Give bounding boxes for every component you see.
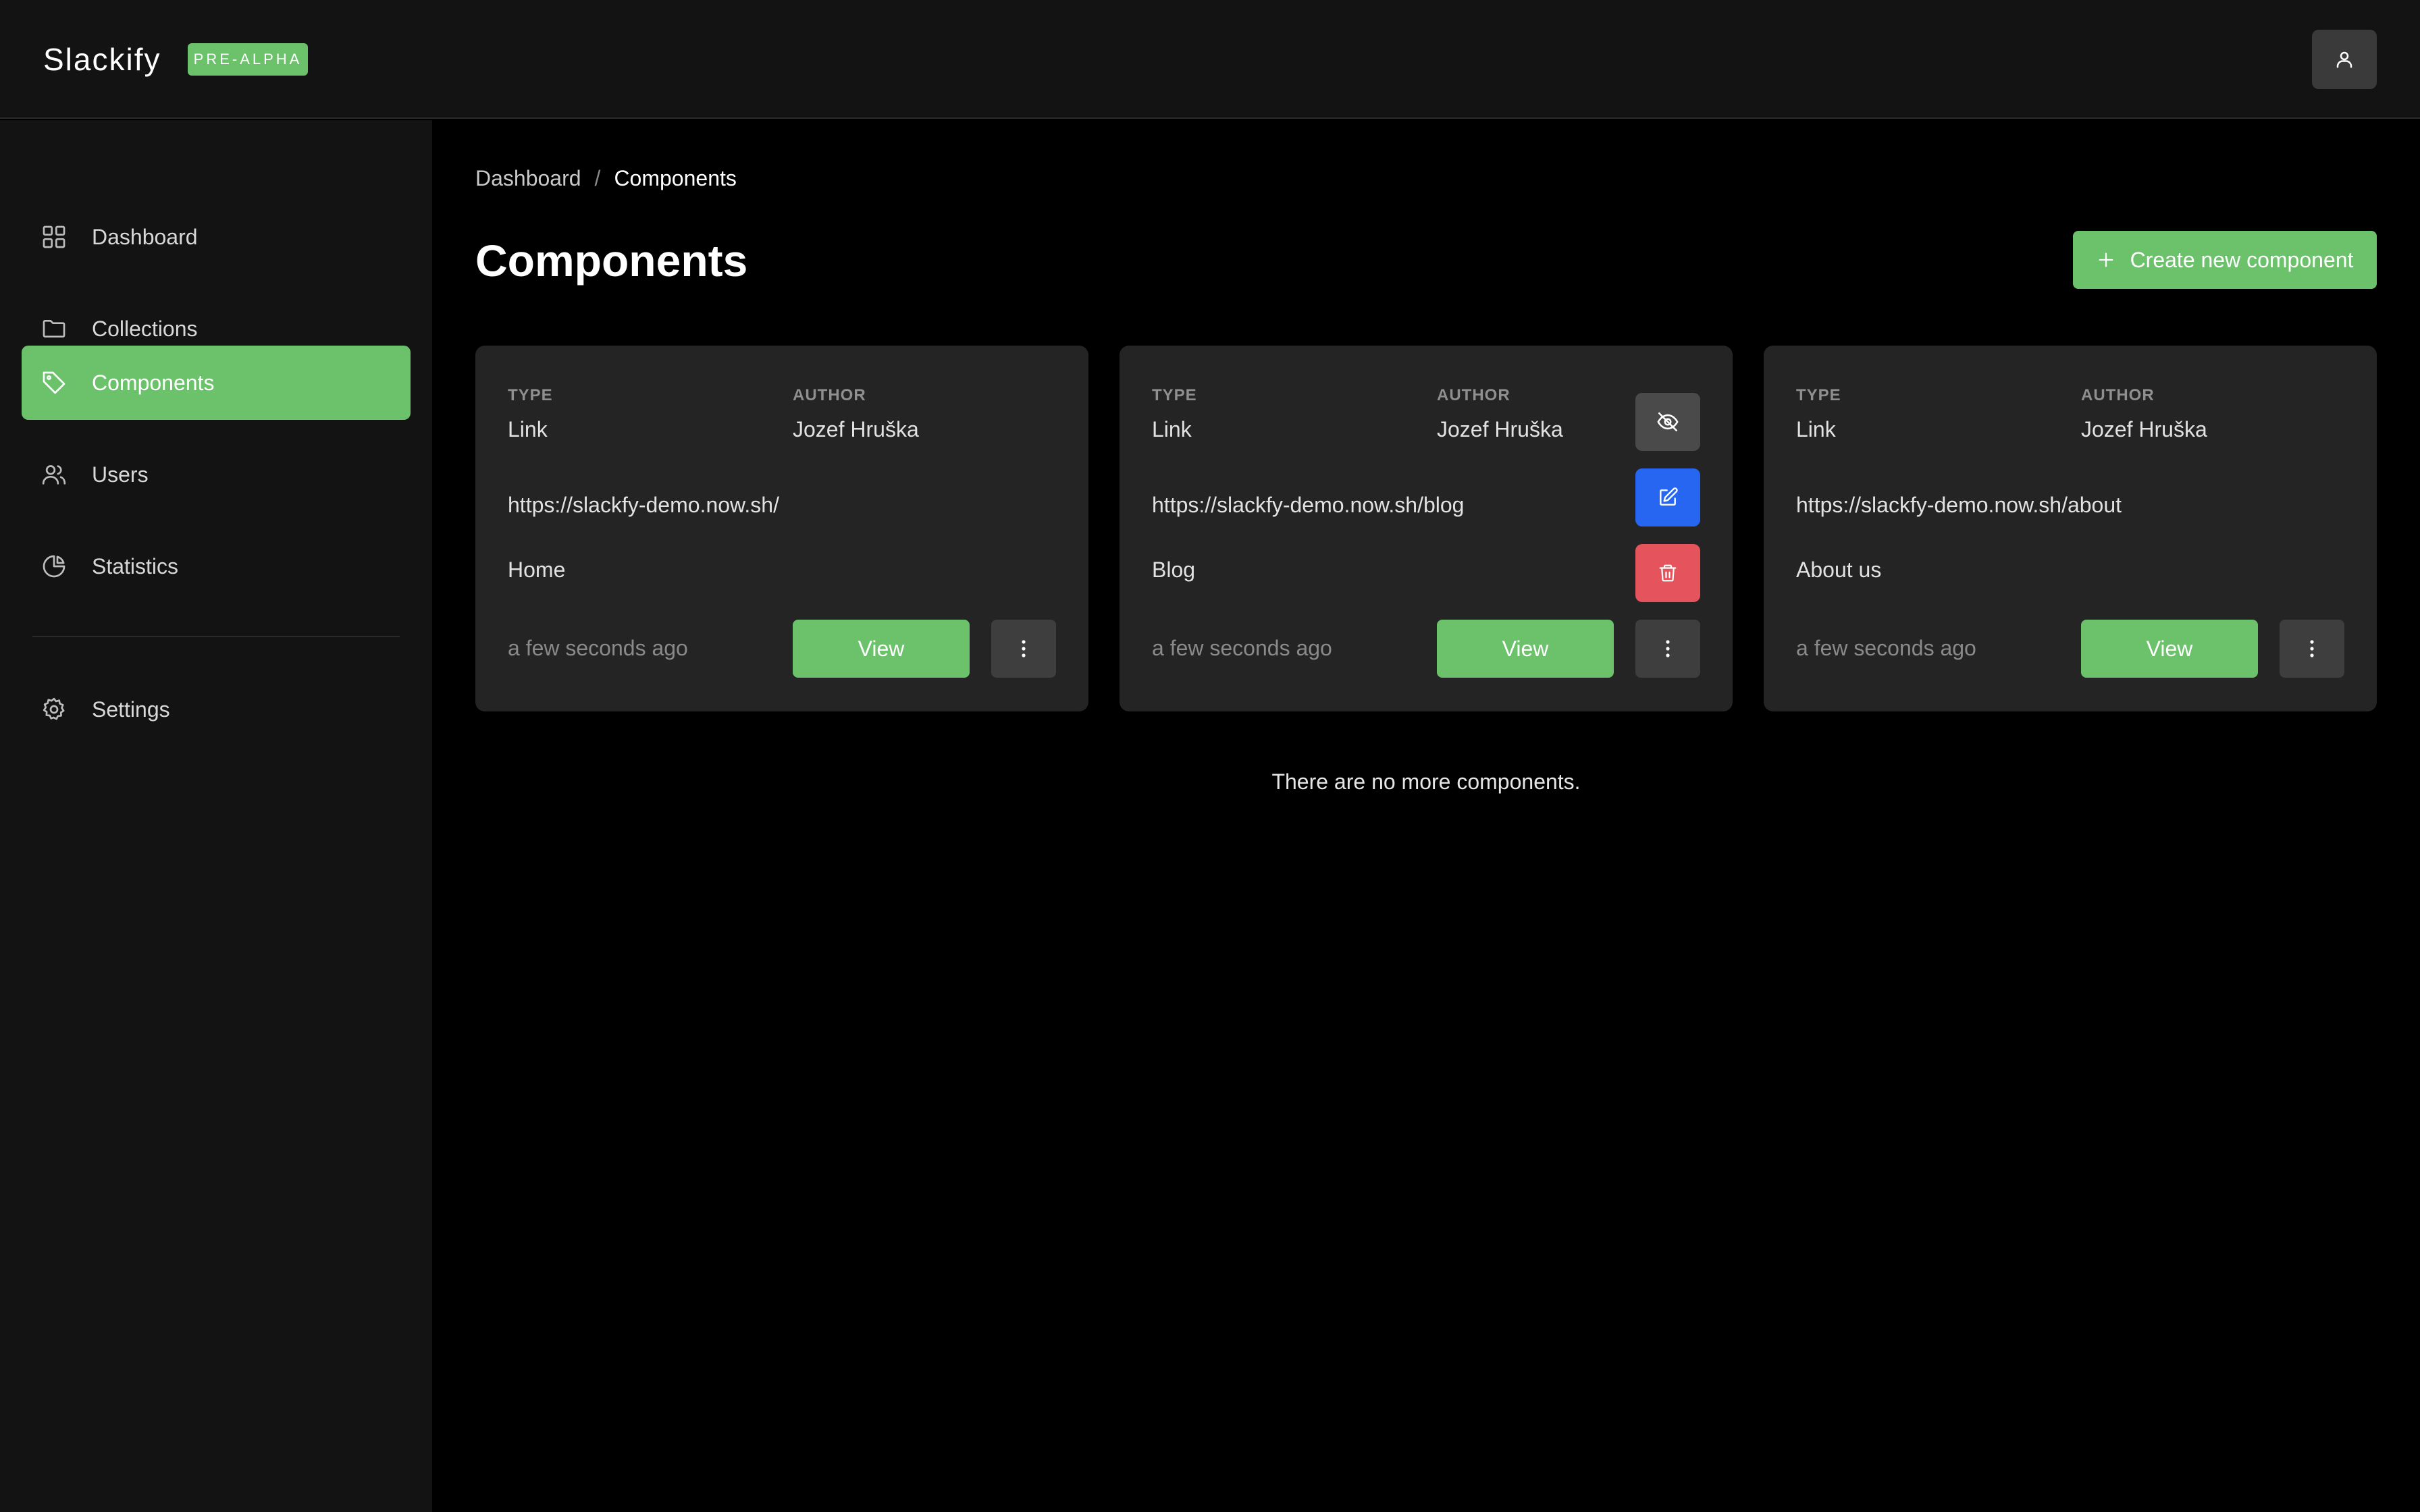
user-icon [2336, 51, 2352, 68]
author-value: Jozef Hruška [2081, 417, 2207, 441]
sidebar-item-label: Settings [92, 697, 170, 722]
sidebar-item-label: Components [92, 371, 215, 395]
sidebar-item-label: Dashboard [92, 225, 198, 249]
author-value: Jozef Hruška [793, 417, 919, 441]
author-value: Jozef Hruška [1437, 417, 1563, 441]
hide-button[interactable] [1635, 393, 1700, 451]
more-options-button[interactable] [1635, 620, 1700, 678]
author-label: AUTHOR [793, 386, 866, 404]
gear-icon [41, 696, 68, 723]
view-button[interactable]: View [2081, 620, 2258, 678]
top-header: Slackify PRE-ALPHA [0, 0, 2420, 119]
breadcrumb-parent[interactable]: Dashboard [475, 165, 581, 192]
sidebar-item-dashboard[interactable]: Dashboard [22, 200, 411, 274]
component-url: https://slackfy-demo.now.sh/ [508, 493, 779, 517]
view-button[interactable]: View [793, 620, 970, 678]
folder-icon [41, 315, 68, 342]
grid-icon [41, 223, 68, 250]
sidebar-item-components[interactable]: Components [22, 346, 411, 420]
page-title: Components [475, 236, 748, 286]
plus-icon [2099, 252, 2113, 267]
type-label: TYPE [1796, 386, 1841, 404]
edit-button[interactable] [1635, 468, 1700, 526]
component-url: https://slackfy-demo.now.sh/blog [1152, 493, 1465, 517]
edit-icon [1660, 487, 1678, 506]
sidebar-item-statistics[interactable]: Statistics [22, 529, 411, 603]
sidebar-item-users[interactable]: Users [22, 437, 411, 512]
pie-chart-icon [41, 553, 68, 580]
sidebar-item-label: Users [92, 462, 149, 487]
more-vertical-icon [2310, 640, 2314, 657]
eye-off-icon [1657, 412, 1679, 432]
app-logo[interactable]: Slackify [43, 40, 161, 78]
component-card: TYPE AUTHOR Link Jozef Hruška https://sl… [1764, 346, 2377, 711]
type-label: TYPE [1152, 386, 1197, 404]
component-name: Home [508, 558, 566, 582]
no-more-components-note: There are no more components. [1271, 770, 1581, 794]
sidebar: Dashboard Collections Components Users S… [0, 120, 432, 1512]
more-options-button[interactable] [991, 620, 1056, 678]
component-timestamp: a few seconds ago [1796, 636, 1976, 660]
component-name: Blog [1152, 558, 1196, 582]
view-button[interactable]: View [1437, 620, 1614, 678]
author-label: AUTHOR [2081, 386, 2155, 404]
sidebar-divider [32, 636, 400, 637]
trash-icon [1659, 564, 1677, 582]
create-button-label: Create new component [2130, 247, 2354, 272]
breadcrumb-separator: / [594, 166, 601, 190]
user-menu-button[interactable] [2312, 30, 2377, 89]
sidebar-item-settings[interactable]: Settings [22, 672, 411, 747]
type-label: TYPE [508, 386, 553, 404]
component-timestamp: a few seconds ago [508, 636, 688, 660]
component-card: TYPE AUTHOR Link Jozef Hruška https://sl… [1120, 346, 1733, 711]
tag-icon [41, 369, 68, 396]
author-label: AUTHOR [1437, 386, 1510, 404]
component-card: TYPE AUTHOR Link Jozef Hruška https://sl… [475, 346, 1088, 711]
more-vertical-icon [1666, 640, 1670, 657]
more-options-button[interactable] [2280, 620, 2344, 678]
create-new-component-button[interactable]: Create new component [2073, 231, 2377, 289]
type-value: Link [1796, 417, 1836, 441]
delete-button[interactable] [1635, 544, 1700, 602]
pre-alpha-badge: PRE-ALPHA [188, 43, 308, 76]
breadcrumb: Dashboard / Components [475, 165, 737, 192]
sidebar-item-label: Statistics [92, 554, 179, 578]
component-url: https://slackfy-demo.now.sh/about [1796, 493, 2122, 517]
type-value: Link [508, 417, 548, 441]
more-vertical-icon [1022, 640, 1026, 657]
users-icon [41, 461, 68, 488]
type-value: Link [1152, 417, 1192, 441]
component-timestamp: a few seconds ago [1152, 636, 1332, 660]
component-name: About us [1796, 558, 1882, 582]
breadcrumb-current: Components [614, 166, 737, 190]
